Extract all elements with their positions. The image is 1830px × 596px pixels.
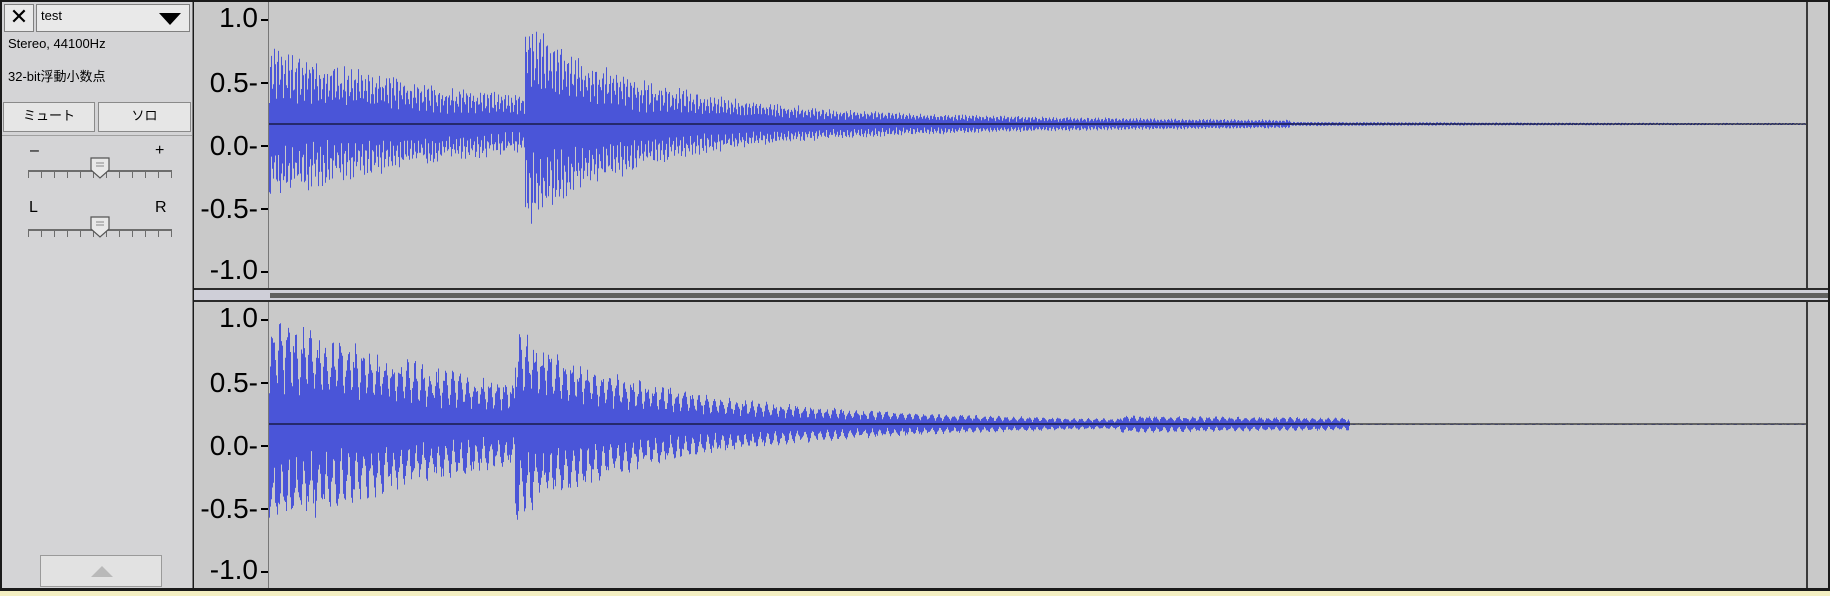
dropdown-arrow-icon (159, 13, 181, 25)
mute-button[interactable]: ミュート (3, 102, 95, 132)
slider-tick (80, 231, 81, 237)
waveform-left-svg (269, 31, 1806, 224)
slider-tick (41, 172, 42, 178)
ruler-tick-mark (261, 319, 268, 321)
ruler-tick-label: -1.0 (209, 254, 258, 285)
ruler-tick-label: 0.0- (209, 430, 258, 461)
pan-left-label: L (29, 199, 38, 216)
slider-tick (54, 231, 55, 237)
ruler-tick-mark (261, 208, 268, 210)
slider-tick (145, 231, 146, 237)
gain-slider[interactable] (28, 157, 172, 179)
slider-tick (145, 172, 146, 178)
slider-tick (28, 172, 29, 178)
gain-minus-label: – (30, 142, 39, 159)
slider-tick (171, 231, 172, 237)
channel-separator-bar (270, 293, 1828, 298)
collapse-track-button[interactable] (40, 555, 162, 587)
pan-right-label: R (155, 199, 167, 216)
slider-tick (28, 231, 29, 237)
slider-tick (132, 231, 133, 237)
track-control-panel: ✕ test Stereo, 44100Hz 32-bit浮動小数点 ミュート … (2, 2, 193, 588)
channel-right-right-edge (1806, 302, 1828, 588)
slider-tick (80, 172, 81, 178)
ruler-tick-mark (261, 445, 268, 447)
waveform-path (269, 323, 1806, 520)
ruler-tick-label: 0.0- (209, 130, 258, 161)
track-name-label: test (41, 8, 62, 23)
ruler-tick-label: -0.5- (200, 493, 258, 524)
waveform-right[interactable] (269, 302, 1806, 588)
ruler-tick-label: 1.0 (219, 2, 258, 33)
slider-tick (132, 172, 133, 178)
slider-tick (158, 172, 159, 178)
channel-separator[interactable] (194, 288, 1828, 302)
ruler-tick-label: 0.5- (209, 367, 258, 398)
waveform-path (269, 31, 1806, 224)
channel-right: 1.0 0.5- 0.0- -0.5- -1.0 (194, 302, 1828, 588)
slider-tick (119, 231, 120, 237)
amplitude-ruler-left: 1.0 0.5- 0.0- -0.5- -1.0 (194, 2, 269, 288)
slider-tick (67, 231, 68, 237)
ruler-tick-mark (261, 571, 268, 573)
waveform-left[interactable] (269, 2, 1806, 288)
solo-button[interactable]: ソロ (98, 102, 191, 132)
ruler-tick-mark (261, 508, 268, 510)
ruler-tick-mark (261, 382, 268, 384)
close-track-button[interactable]: ✕ (4, 4, 34, 32)
slider-tick (54, 172, 55, 178)
ruler-tick-label: 0.5- (209, 67, 258, 98)
channel-left: 1.0 0.5- 0.0- -0.5- -1.0 (194, 2, 1828, 288)
track-bit-depth-info: 32-bit浮動小数点 (8, 69, 106, 84)
track-name-menu-button[interactable]: test (36, 4, 190, 32)
ruler-tick-mark (261, 82, 268, 84)
audio-track-window: ✕ test Stereo, 44100Hz 32-bit浮動小数点 ミュート … (0, 0, 1830, 591)
slider-tick (67, 172, 68, 178)
panel-divider (2, 135, 192, 136)
pan-slider-thumb[interactable] (89, 216, 111, 238)
ruler-tick-mark (261, 19, 268, 21)
ruler-tick-label: 1.0 (219, 302, 258, 333)
gain-slider-thumb[interactable] (89, 157, 111, 179)
collapse-up-arrow-icon (91, 566, 113, 577)
track-format-info: Stereo, 44100Hz (8, 36, 106, 51)
gain-plus-label: + (155, 142, 165, 159)
slider-tick (41, 231, 42, 237)
slider-tick (158, 231, 159, 237)
pan-slider[interactable] (28, 216, 172, 238)
ruler-tick-label: -0.5- (200, 193, 258, 224)
ruler-tick-label: -1.0 (209, 554, 258, 585)
amplitude-ruler-right: 1.0 0.5- 0.0- -0.5- -1.0 (194, 302, 269, 588)
waveform-right-svg (269, 323, 1806, 520)
channel-left-right-edge (1806, 2, 1828, 288)
slider-tick (119, 172, 120, 178)
ruler-tick-mark (261, 271, 268, 273)
slider-tick (171, 172, 172, 178)
ruler-tick-mark (261, 145, 268, 147)
